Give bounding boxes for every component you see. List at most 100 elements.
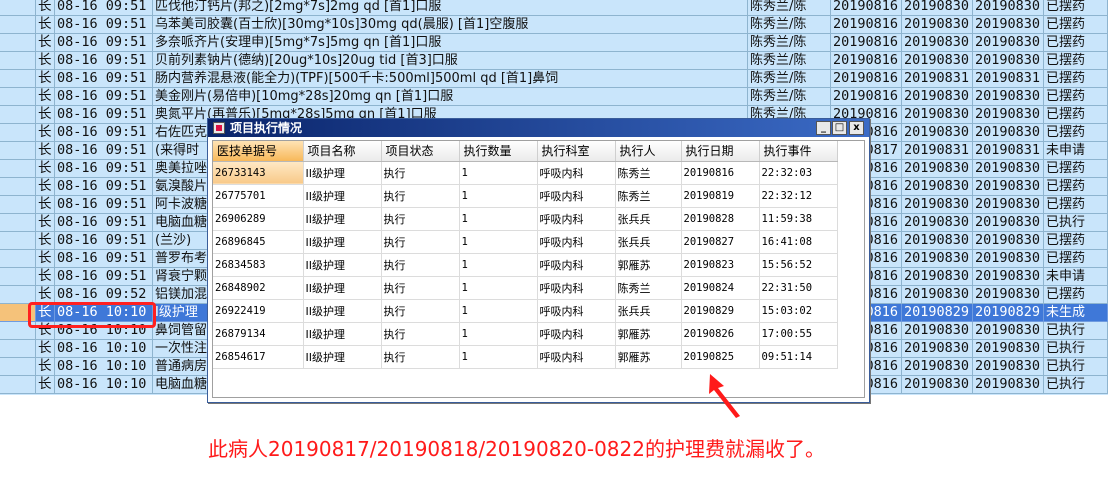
order-status: 未申请	[1044, 142, 1108, 160]
table-cell: 15:03:02	[759, 299, 838, 323]
order-type: 长	[36, 0, 55, 16]
table-cell: 陈秀兰	[615, 184, 682, 208]
close-button[interactable]: x	[849, 121, 864, 135]
table-cell: 呼吸内科	[537, 322, 616, 346]
table-row[interactable]: 26906289 II级护理 执行 1 呼吸内科 张兵兵 20190828 11:59:38	[213, 207, 838, 231]
end-date: 20190830	[902, 358, 973, 376]
column-header[interactable]: 项目名称	[303, 141, 382, 162]
order-status: 已摆药	[1044, 196, 1108, 214]
start-date: 20190816	[831, 88, 902, 106]
order-status: 已摆药	[1044, 70, 1108, 88]
order-doctor: 陈秀兰/陈	[748, 52, 831, 70]
table-cell: 1	[459, 299, 538, 323]
order-status: 已摆药	[1044, 232, 1108, 250]
execution-table-area[interactable]: 医技单据号 项目名称 项目状态 执行数量 执行科室 执行人 执行日期 执行事件 2673314…	[212, 140, 865, 398]
table-row[interactable]: 26848902 II级护理 执行 1 呼吸内科 陈秀兰 20190824 22:31:50	[213, 276, 838, 300]
table-cell: 1	[459, 207, 538, 231]
order-status: 未申请	[1044, 268, 1108, 286]
order-content: 乌苯美司胶囊(百士欣)[30mg*10s]30mg qd(晨服) [首1]空腹服	[153, 16, 748, 34]
table-cell: 26775701	[213, 184, 304, 208]
order-status: 已摆药	[1044, 88, 1108, 106]
order-date: 08-16 10:10	[55, 340, 153, 358]
table-cell: 20190827	[681, 230, 760, 254]
order-doctor: 陈秀兰/陈	[748, 70, 831, 88]
table-cell: 郭雁苏	[615, 253, 682, 277]
row-marker	[0, 178, 36, 196]
order-status: 已摆药	[1044, 160, 1108, 178]
order-date: 08-16 09:51	[55, 70, 153, 88]
table-row[interactable]: 26896845 II级护理 执行 1 呼吸内科 张兵兵 20190827 16:41:08	[213, 230, 838, 254]
table-row[interactable]: 26879134 II级护理 执行 1 呼吸内科 郭雁苏 20190826 17:00:55	[213, 322, 838, 346]
table-row[interactable]: 26922419 II级护理 执行 1 呼吸内科 张兵兵 20190829 15:03:02	[213, 299, 838, 323]
window-icon	[213, 122, 225, 134]
order-type: 长	[36, 16, 55, 34]
table-row[interactable]: 26733143 II级护理 执行 1 呼吸内科 陈秀兰 20190816 22:32:03	[213, 161, 838, 185]
column-header[interactable]: 执行事件	[759, 141, 838, 162]
end-date: 20190830	[902, 232, 973, 250]
table-cell: 呼吸内科	[537, 253, 616, 277]
dialog-titlebar[interactable]: 项目执行情况 _ □ x	[208, 119, 869, 137]
end-date: 20190831	[902, 70, 973, 88]
stop-date: 20190830	[973, 52, 1044, 70]
order-row[interactable]: 长 08-16 09:51 匹伐他汀钙片(邦之)[2mg*7s]2mg qd [首1…	[0, 0, 1108, 16]
stop-date: 20190830	[973, 178, 1044, 196]
order-date: 08-16 09:51	[55, 0, 153, 16]
order-type: 长	[36, 52, 55, 70]
table-cell: 呼吸内科	[537, 276, 616, 300]
order-date: 08-16 09:51	[55, 250, 153, 268]
table-cell: 17:00:55	[759, 322, 838, 346]
order-type: 长	[36, 232, 55, 250]
table-cell: 20190826	[681, 322, 760, 346]
end-date: 20190830	[902, 268, 973, 286]
table-row[interactable]: 26854617 II级护理 执行 1 呼吸内科 郭雁苏 20190825 09:51:14	[213, 345, 838, 369]
table-cell: 执行	[381, 299, 460, 323]
order-doctor: 陈秀兰/陈	[748, 0, 831, 16]
order-type: 长	[36, 196, 55, 214]
order-content: 贝前列素钠片(德纳)[20ug*10s]20ug tid [首3]口服	[153, 52, 748, 70]
column-header[interactable]: 执行数量	[459, 141, 538, 162]
column-header[interactable]: 医技单据号	[213, 141, 304, 162]
order-type: 长	[36, 358, 55, 376]
order-row[interactable]: 长 08-16 09:51 肠内营养混悬液(能全力)(TPF)[500千卡:500m…	[0, 70, 1108, 88]
order-doctor: 陈秀兰/陈	[748, 88, 831, 106]
order-type: 长	[36, 124, 55, 142]
table-row[interactable]: 26834583 II级护理 执行 1 呼吸内科 郭雁苏 20190823 15:56:52	[213, 253, 838, 277]
table-cell: 26733143	[213, 161, 304, 185]
stop-date: 20190830	[973, 340, 1044, 358]
row-marker	[0, 16, 36, 34]
column-header[interactable]: 执行人	[615, 141, 682, 162]
order-row[interactable]: 长 08-16 09:51 贝前列素钠片(德纳)[20ug*10s]20ug tid…	[0, 52, 1108, 70]
table-cell: II级护理	[303, 299, 382, 323]
end-date: 20190831	[902, 142, 973, 160]
end-date: 20190829	[902, 304, 973, 322]
order-date: 08-16 10:10	[55, 358, 153, 376]
order-type: 长	[36, 88, 55, 106]
column-header[interactable]: 项目状态	[381, 141, 460, 162]
minimize-button[interactable]: _	[816, 121, 831, 135]
table-cell: 16:41:08	[759, 230, 838, 254]
table-cell: II级护理	[303, 322, 382, 346]
order-content: 肠内营养混悬液(能全力)(TPF)[500千卡:500ml]500ml qd […	[153, 70, 748, 88]
order-type: 长	[36, 376, 55, 394]
table-cell: 执行	[381, 276, 460, 300]
column-header[interactable]: 执行科室	[537, 141, 616, 162]
order-row[interactable]: 长 08-16 09:51 乌苯美司胶囊(百士欣)[30mg*10s]30mg qd…	[0, 16, 1108, 34]
table-cell: 陈秀兰	[615, 161, 682, 185]
table-row[interactable]: 26775701 II级护理 执行 1 呼吸内科 陈秀兰 20190819 22:32:12	[213, 184, 838, 208]
stop-date: 20190830	[973, 268, 1044, 286]
order-date: 08-16 09:51	[55, 232, 153, 250]
row-marker	[0, 214, 36, 232]
dialog-title: 项目执行情况	[230, 121, 303, 135]
table-cell: 执行	[381, 230, 460, 254]
table-cell: 20190825	[681, 345, 760, 369]
maximize-button[interactable]: □	[832, 121, 847, 135]
column-header[interactable]: 执行日期	[681, 141, 760, 162]
order-row[interactable]: 长 08-16 09:51 多奈哌齐片(安理申)[5mg*7s]5mg qn [首1…	[0, 34, 1108, 52]
row-marker	[0, 376, 36, 394]
order-type: 长	[36, 142, 55, 160]
table-cell: 郭雁苏	[615, 322, 682, 346]
table-cell: 执行	[381, 345, 460, 369]
table-cell: II级护理	[303, 230, 382, 254]
row-marker	[0, 34, 36, 52]
order-row[interactable]: 长 08-16 09:51 美金刚片(易倍申)[10mg*28s]20mg qn […	[0, 88, 1108, 106]
